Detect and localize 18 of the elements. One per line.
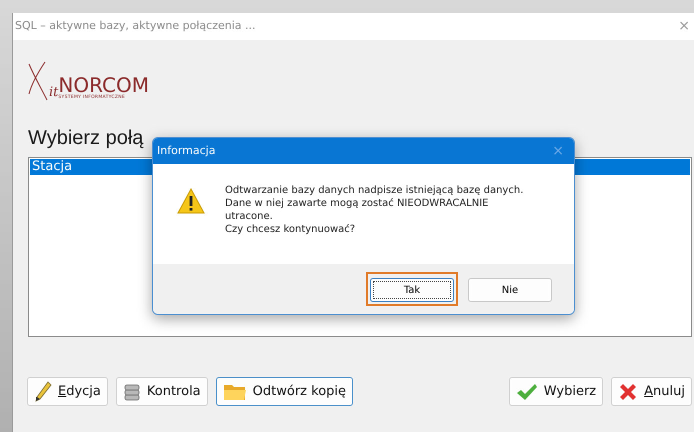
cross-icon: [618, 382, 638, 402]
check-button[interactable]: Wybierz: [508, 377, 604, 406]
window-title: SQL – aktywne bazy, aktywne połączenia ...: [15, 18, 256, 34]
folder-button[interactable]: Odtwórz kopię: [216, 377, 354, 406]
warning-icon: [177, 188, 205, 214]
pencil-button[interactable]: Edycja: [27, 377, 108, 406]
logo-text: NORCOM: [58, 75, 149, 96]
dialog-button[interactable]: Nie: [468, 278, 552, 302]
dialog-title: Informacja: [157, 142, 216, 159]
database-button[interactable]: Kontrola: [116, 377, 208, 406]
cross-button[interactable]: Anuluj: [611, 377, 692, 406]
section-heading: Wybierz połą: [28, 126, 144, 150]
dialog-message: Odtwarzanie bazy danych nadpisze istniejącą bazę danych. Dane w niej zawarte mogą zostać NIEODWRACALNIE utracone. Czy chcesz kontynuować?: [225, 184, 524, 237]
logo-text: it: [49, 84, 58, 102]
pencil-icon: [34, 380, 52, 402]
checkmark-icon: [516, 382, 538, 400]
dialog-button[interactable]: Tak: [370, 278, 454, 302]
database-icon: [122, 382, 141, 402]
